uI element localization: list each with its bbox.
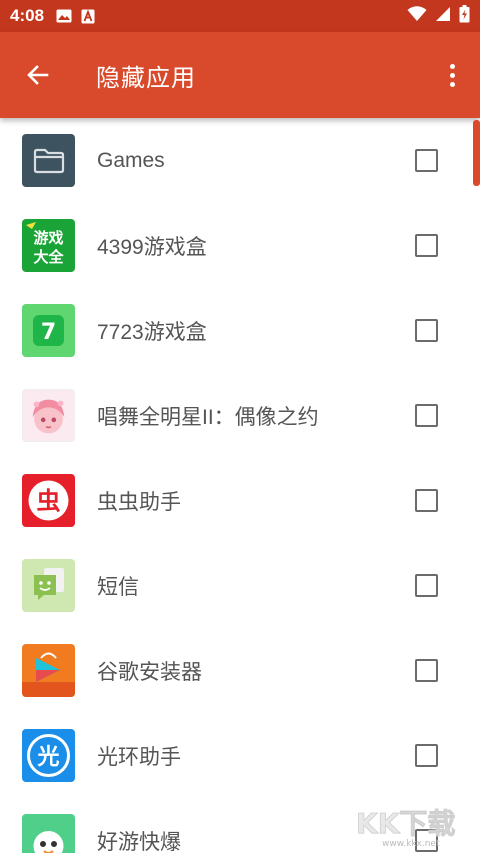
- status-time: 4:08: [10, 6, 45, 25]
- app-checkbox[interactable]: [415, 404, 438, 427]
- list-item[interactable]: 短信: [0, 543, 470, 628]
- page-title: 隐藏应用: [96, 64, 196, 92]
- svg-text:KK下载: KK下载: [356, 807, 455, 840]
- list-item[interactable]: 7 7723游戏盒: [0, 288, 470, 373]
- list-item[interactable]: 光 光环助手: [0, 713, 470, 798]
- app-name: Games: [97, 148, 165, 172]
- image-icon: [56, 9, 72, 23]
- guanghuan-icon: 光: [22, 729, 75, 782]
- more-vert-icon: [449, 62, 455, 89]
- game-box-7723-icon: 7: [22, 304, 75, 357]
- svg-text:大全: 大全: [33, 248, 64, 266]
- app-name: 虫虫助手: [97, 490, 181, 514]
- back-button[interactable]: [0, 32, 76, 118]
- arrow-left-icon: [27, 65, 49, 85]
- sms-icon: [22, 559, 75, 612]
- list-item[interactable]: 唱舞全明星II：偶像之约: [0, 373, 470, 458]
- chongchong-icon: 虫: [22, 474, 75, 527]
- app-name: 短信: [97, 575, 139, 599]
- list-item[interactable]: 虫 虫虫助手: [0, 458, 470, 543]
- app-checkbox[interactable]: [415, 234, 438, 257]
- svg-text:虫: 虫: [37, 487, 61, 515]
- app-checkbox[interactable]: [415, 149, 438, 172]
- app-name: 4399游戏盒: [97, 235, 207, 259]
- svg-text:www.kkx.net: www.kkx.net: [382, 839, 440, 849]
- folder-icon: [22, 134, 75, 187]
- haoyou-icon: [22, 814, 75, 853]
- wifi-icon: [407, 5, 427, 27]
- app-name: 谷歌安装器: [97, 660, 202, 684]
- scrollbar[interactable]: [473, 120, 480, 186]
- app-name: 光环助手: [97, 745, 181, 769]
- app-bar: 隐藏应用: [0, 32, 480, 118]
- list-item[interactable]: 谷歌安装器: [0, 628, 470, 713]
- signal-icon: [435, 6, 451, 27]
- svg-text:7: 7: [41, 320, 56, 345]
- battery-icon: [459, 4, 470, 28]
- app-checkbox[interactable]: [415, 744, 438, 767]
- svg-text:游戏: 游戏: [33, 229, 63, 247]
- google-installer-icon: [22, 644, 75, 697]
- more-options-button[interactable]: [424, 32, 480, 118]
- list-item[interactable]: Games: [0, 118, 470, 203]
- svg-text:光: 光: [36, 745, 59, 770]
- status-bar: 4:08: [0, 0, 480, 32]
- text-a-icon: [81, 9, 95, 24]
- game-box-4399-icon: 游戏 大全: [22, 219, 75, 272]
- app-checkbox[interactable]: [415, 489, 438, 512]
- app-name: 好游快爆: [97, 830, 181, 853]
- app-checkbox[interactable]: [415, 319, 438, 342]
- app-name: 7723游戏盒: [97, 320, 207, 344]
- watermark-logo: KK下载 www.kkx.net: [352, 801, 472, 849]
- anime-girl-icon: [22, 389, 75, 442]
- app-checkbox[interactable]: [415, 574, 438, 597]
- app-checkbox[interactable]: [415, 659, 438, 682]
- app-list[interactable]: Games 游戏 大全 4399游戏盒 7 7723游戏盒 唱舞全明星II：偶像…: [0, 118, 480, 853]
- app-name: 唱舞全明星II：偶像之约: [97, 405, 319, 429]
- list-item[interactable]: 游戏 大全 4399游戏盒: [0, 203, 470, 288]
